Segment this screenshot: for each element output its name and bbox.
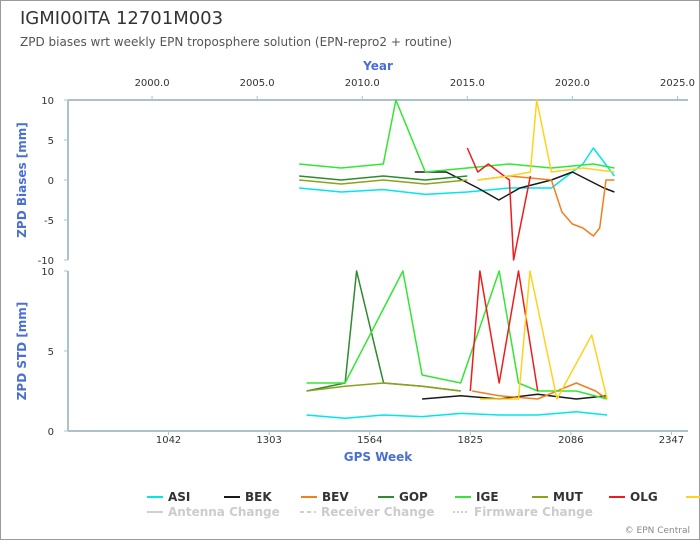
series-line-asi [299, 147, 616, 196]
legend-change-label: Antenna Change [168, 505, 280, 519]
legend-change-label: Receiver Change [321, 505, 435, 519]
x-tick-label: 2020.0 [555, 78, 590, 89]
biases-panel: 10 5 0 -5 -10 2000.0 2005.0 2010.0 2015.0 2020.0 2… [15, 59, 695, 267]
series-line-olg [469, 270, 539, 392]
legend-label-olg: OLG [630, 490, 658, 504]
y-tick-label: -10 [38, 256, 54, 267]
legend-label-asi: ASI [168, 490, 190, 504]
chart-legend: ASIBEKBEVGOPIGEMUTOLGUPAAntenna ChangeRe… [147, 490, 700, 519]
legend-label-mut: MUT [553, 490, 584, 504]
y-tick-label: 5 [48, 347, 54, 358]
y-tick-label: 5 [48, 136, 54, 147]
x-axis-title: GPS Week [344, 450, 414, 464]
x-tick-label: 1042 [156, 435, 181, 446]
y-tick-label: 10 [41, 267, 54, 278]
legend-label-ige: IGE [476, 490, 499, 504]
x-tick-label: 1564 [357, 435, 382, 446]
x-tick-label: 2000.0 [135, 78, 170, 89]
series-line-bev [477, 175, 615, 237]
y-tick-label: 10 [41, 96, 54, 107]
series-line-gop [306, 270, 461, 392]
std-panel: 10 5 0 1042 1303 1564 1825 2086 2347 GPS Week ZPD … [15, 267, 688, 464]
y-tick-label: -5 [44, 216, 54, 227]
y-axis-title: ZPD Biases [mm] [15, 122, 29, 238]
x-tick-label: 2015.0 [450, 78, 485, 89]
x-tick-label: 1303 [256, 435, 281, 446]
x-tick-label: 1825 [458, 435, 483, 446]
credit-text: © EPN Central [624, 526, 690, 536]
legend-label-bek: BEK [245, 490, 272, 504]
legend-change-label: Firmware Change [474, 505, 593, 519]
x-tick-label: 2005.0 [240, 78, 275, 89]
series-line-ige [306, 270, 608, 400]
x-tick-label: 2025.0 [660, 78, 695, 89]
series-line-mut [299, 179, 468, 185]
legend-label-bev: BEV [322, 490, 349, 504]
x-axis-title: Year [362, 59, 393, 73]
x-tick-label: 2086 [558, 435, 583, 446]
series-line-ige [299, 99, 615, 173]
series-line-mut [306, 382, 461, 392]
x-tick-label: 2347 [659, 435, 684, 446]
chart-canvas: 10 5 0 -5 -10 2000.0 2005.0 2010.0 2015.0 2020.0 2… [15, 59, 700, 519]
x-tick-label: 2010.0 [345, 78, 380, 89]
y-axis-title: ZPD STD [mm] [15, 302, 29, 401]
series-line-asi [306, 411, 608, 419]
y-tick-label: 0 [48, 176, 54, 187]
legend-label-gop: GOP [399, 490, 428, 504]
y-tick-label: 0 [48, 427, 54, 438]
